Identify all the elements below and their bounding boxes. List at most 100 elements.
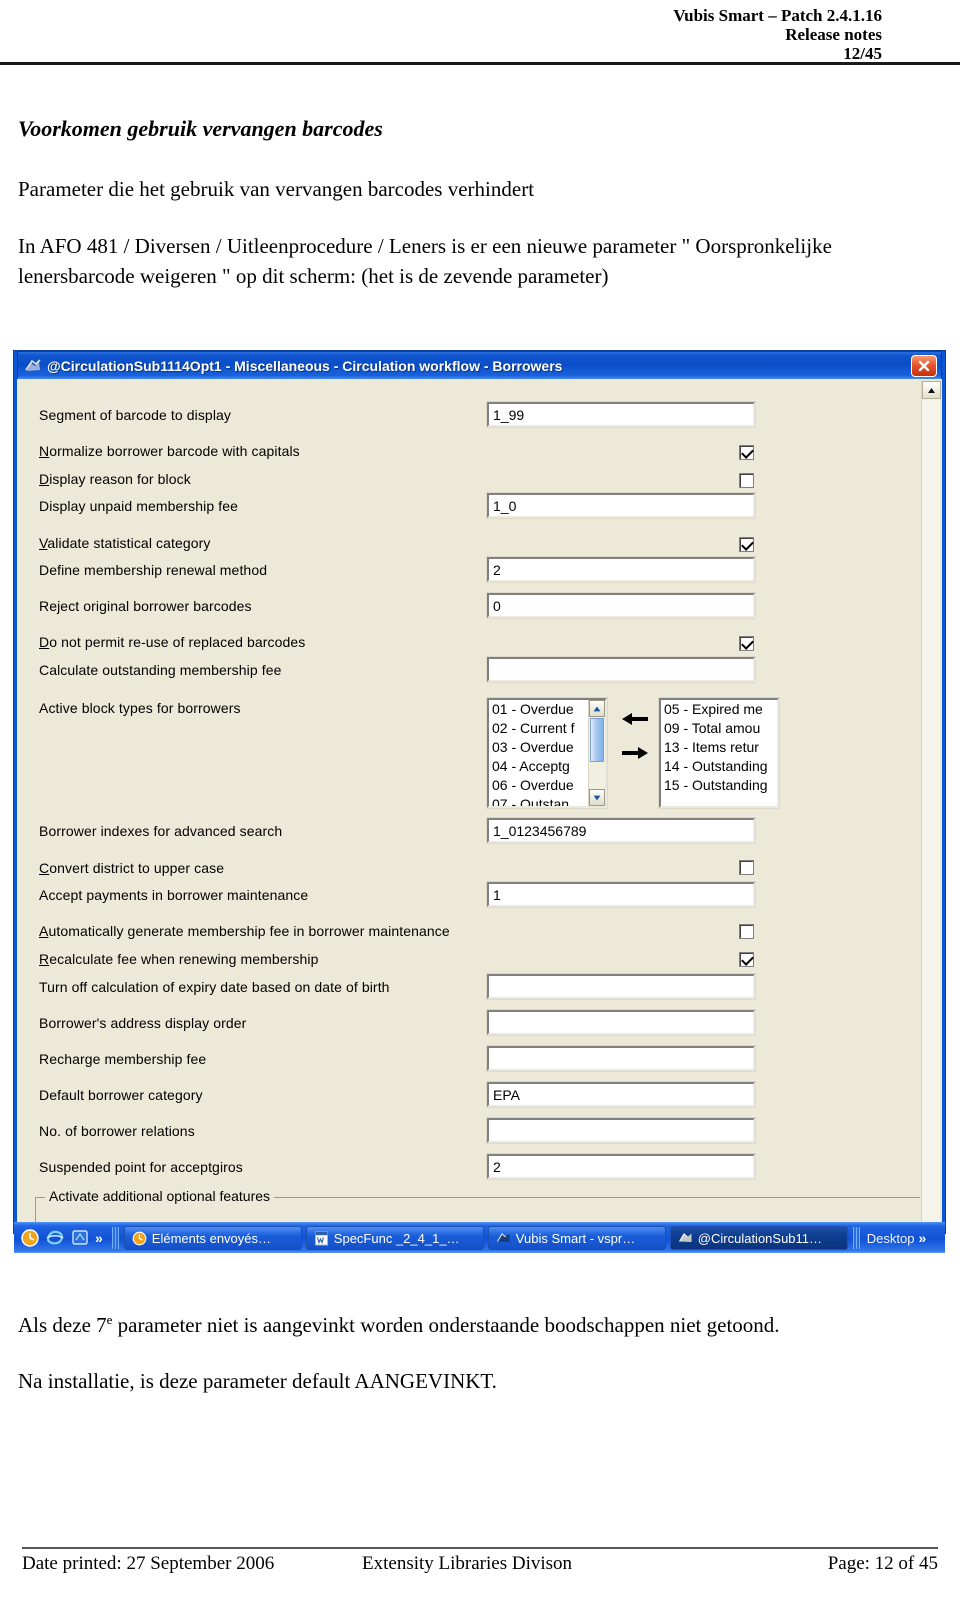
list-scrollbar[interactable] <box>588 700 605 806</box>
form-row: Segment of barcode to display 1_99 <box>17 401 942 429</box>
media-player-icon[interactable] <box>20 1228 40 1248</box>
form-row: Reject original borrower barcodes 0 <box>17 592 942 620</box>
row-label: Reject original borrower barcodes <box>39 598 252 614</box>
move-left-button[interactable] <box>615 706 655 732</box>
row-label: Borrower's address display order <box>39 1015 247 1031</box>
move-right-button[interactable] <box>615 740 655 766</box>
form-row: No. of borrower relations <box>17 1117 942 1145</box>
form-row: Turn off calculation of expiry date base… <box>17 973 942 1001</box>
taskbar-button-specfunc[interactable]: SpecFunc _2_4_1_… <box>305 1226 484 1250</box>
default-borrower-category-input[interactable]: EPA <box>486 1081 756 1108</box>
row-label: Recharge membership fee <box>39 1051 207 1067</box>
section-paragraph: In AFO 481 / Diversen / Uitleenprocedure… <box>18 234 832 288</box>
turn-off-expiry-calc-input[interactable] <box>486 973 756 1000</box>
membership-renewal-method-input[interactable]: 2 <box>486 556 756 583</box>
form-row: Borrower's address display order <box>17 1009 942 1037</box>
row-label: Turn off calculation of expiry date base… <box>39 979 390 995</box>
taskbar-separator <box>852 1227 860 1249</box>
row-label: Recalculate fee when renewing membership <box>39 951 319 967</box>
vubis-icon <box>678 1231 693 1246</box>
row-label: Calculate outstanding membership fee <box>39 662 282 678</box>
header-release-notes: Release notes <box>785 25 882 44</box>
outlook-icon <box>132 1231 147 1246</box>
footer-page-number: Page: 12 of 45 <box>827 1553 938 1574</box>
window-title: @CirculationSub1114Opt1 - Miscellaneous … <box>47 357 563 374</box>
scroll-up-icon[interactable] <box>922 381 941 399</box>
row-label: Suspended point for acceptgiros <box>39 1159 243 1175</box>
recharge-membership-fee-input[interactable] <box>486 1045 756 1072</box>
show-desktop-icon[interactable] <box>70 1228 90 1248</box>
list-item[interactable]: 05 - Expired me <box>661 700 777 719</box>
chevron-right-icon[interactable]: » <box>95 1230 103 1246</box>
taskbar-button-label: Eléments envoyés… <box>151 1230 272 1246</box>
form-row: Calculate outstanding membership fee <box>17 656 942 684</box>
borrower-relations-count-input[interactable] <box>486 1117 756 1144</box>
word-icon <box>314 1231 329 1246</box>
taskbar-button-label: @CirculationSub11… <box>697 1230 823 1246</box>
scroll-up-icon[interactable] <box>589 700 605 717</box>
available-block-types-list[interactable]: 01 - Overdue 02 - Current f 03 - Overdue… <box>486 697 608 809</box>
form-row: Automatically generate membership fee in… <box>17 923 942 945</box>
convert-district-uppercase-checkbox[interactable] <box>739 860 754 875</box>
form-row: Recharge membership fee <box>17 1045 942 1073</box>
selected-block-types-list[interactable]: 05 - Expired me 09 - Total amou 13 - Ite… <box>658 697 780 809</box>
row-label: No. of borrower relations <box>39 1123 195 1139</box>
row-label: Default borrower category <box>39 1087 203 1103</box>
form-row: Do not permit re-use of replaced barcode… <box>17 634 942 656</box>
internet-explorer-icon[interactable] <box>45 1228 65 1248</box>
form-row: Active block types for borrowers 01 - Ov… <box>17 697 942 815</box>
form-row: Default borrower category EPA <box>17 1081 942 1109</box>
taskbar-button-label: Vubis Smart - vspr… <box>515 1230 636 1246</box>
window-titlebar[interactable]: @CirculationSub1114Opt1 - Miscellaneous … <box>17 351 942 379</box>
row-label: Active block types for borrowers <box>39 700 241 716</box>
taskbar-button-label: SpecFunc _2_4_1_… <box>333 1230 460 1246</box>
footer-divider <box>22 1547 938 1549</box>
desktop-toolbar-label[interactable]: Desktop <box>863 1231 919 1246</box>
row-label: Automatically generate membership fee in… <box>39 923 450 939</box>
list-scrollbar-thumb[interactable] <box>590 718 604 762</box>
list-item[interactable]: 15 - Outstanding <box>661 776 777 795</box>
validate-statistical-category-checkbox[interactable] <box>739 537 754 552</box>
suspended-point-acceptgiros-input[interactable]: 2 <box>486 1153 756 1180</box>
address-display-order-input[interactable] <box>486 1009 756 1036</box>
closing-text-post: parameter niet is aangevinkt worden onde… <box>112 1313 780 1337</box>
list-item[interactable]: 09 - Total amou <box>661 719 777 738</box>
document-footer: Date printed: 27 September 2006 Extensit… <box>22 1553 938 1575</box>
calculate-outstanding-fee-input[interactable] <box>486 656 756 683</box>
taskbar-button-circulationsub[interactable]: @CirculationSub11… <box>669 1226 848 1250</box>
list-item[interactable]: 14 - Outstanding <box>661 757 777 776</box>
borrower-indexes-input[interactable]: 1_0123456789 <box>486 817 756 844</box>
segment-of-barcode-input[interactable]: 1_99 <box>486 401 756 428</box>
closing-paragraph-1: Als deze 7e parameter niet is aangevinkt… <box>18 1305 858 1340</box>
row-label: Normalize borrower barcode with capitals <box>39 443 300 459</box>
close-icon[interactable] <box>911 355 937 377</box>
row-label: Borrower indexes for advanced search <box>39 823 283 839</box>
document-header: Vubis Smart – Patch 2.4.1.16 Release not… <box>0 0 960 63</box>
normalize-barcode-checkbox[interactable] <box>739 445 754 460</box>
display-unpaid-fee-input[interactable]: 1_0 <box>486 492 756 519</box>
row-label: Validate statistical category <box>39 535 211 551</box>
circulation-settings-window[interactable]: @CirculationSub1114Opt1 - Miscellaneous … <box>14 351 945 1233</box>
header-page-indicator: 12/45 <box>843 44 882 63</box>
list-item[interactable]: 13 - Items retur <box>661 738 777 757</box>
no-reuse-replaced-barcodes-checkbox[interactable] <box>739 636 754 651</box>
scroll-down-icon[interactable] <box>589 789 605 806</box>
windows-taskbar[interactable]: » Eléments envoyés… SpecFunc _2_4_1_… Vu… <box>14 1222 945 1253</box>
form-row: Convert district to upper case <box>17 860 942 882</box>
form-row: Recalculate fee when renewing membership <box>17 951 942 973</box>
taskbar-button-vubis-smart[interactable]: Vubis Smart - vspr… <box>487 1226 666 1250</box>
recalculate-fee-checkbox[interactable] <box>739 952 754 967</box>
quick-launch-bar[interactable]: » <box>16 1228 109 1248</box>
window-client-area: Segment of barcode to display 1_99 Norma… <box>17 379 942 1230</box>
display-reason-for-block-checkbox[interactable] <box>739 473 754 488</box>
chevron-right-icon[interactable]: » <box>919 1230 927 1246</box>
reject-original-barcodes-input[interactable]: 0 <box>486 592 756 619</box>
form-row: Borrower indexes for advanced search 1_0… <box>17 817 942 845</box>
header-product-line: Vubis Smart – Patch 2.4.1.16 <box>673 6 882 25</box>
header-divider <box>0 62 960 65</box>
taskbar-button-outlook[interactable]: Eléments envoyés… <box>123 1226 302 1250</box>
auto-generate-fee-checkbox[interactable] <box>739 924 754 939</box>
form-row: Display unpaid membership fee 1_0 <box>17 492 942 520</box>
form-row: Define membership renewal method 2 <box>17 556 942 584</box>
accept-payments-input[interactable]: 1 <box>486 881 756 908</box>
